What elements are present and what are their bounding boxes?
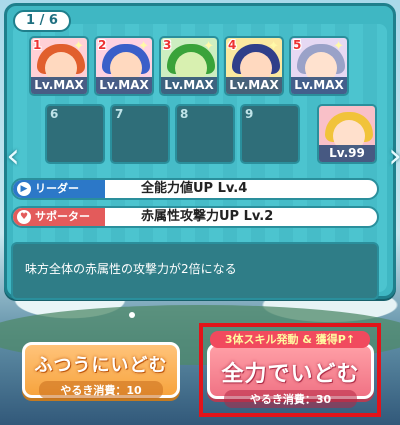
slot-number: 9 (245, 107, 254, 121)
normal-challenge-cost: やるき消費：10 (39, 381, 163, 399)
member-card-1[interactable]: 1 ✦ Lv.MAX (29, 36, 89, 96)
sparkle-icon: ✦ (73, 39, 84, 54)
sparkle-icon: ✦ (268, 39, 279, 54)
member-card-2[interactable]: 2 ✦ Lv.MAX (94, 36, 154, 96)
member-level: Lv.MAX (96, 77, 152, 94)
full-challenge-button[interactable]: 全力でいどむ やるき消費：30 (207, 343, 374, 408)
page-dots (128, 303, 136, 322)
member-number: 1 (33, 38, 42, 52)
page-indicator: 1 / 6 (13, 10, 71, 32)
member-number: 5 (293, 38, 302, 52)
normal-challenge-button[interactable]: ふつうにいどむ やるき消費：10 (22, 342, 180, 399)
leader-tag-label: リーダー (35, 182, 79, 195)
member-level: Lv.MAX (161, 77, 217, 94)
slot-number: 6 (50, 107, 59, 121)
bonus-banner: 3体スキル発動 & 獲得P↑ (210, 331, 370, 348)
page-dot (129, 312, 135, 318)
supporter-tag: ♥ サポーター (13, 208, 105, 226)
supporter-level: Lv.99 (319, 145, 375, 162)
slot-number: 8 (180, 107, 189, 121)
member-level: Lv.MAX (226, 77, 282, 94)
member-number: 2 (98, 38, 107, 52)
sparkle-icon: ✦ (203, 39, 214, 54)
supporter-card[interactable]: Lv.99 (317, 104, 377, 164)
member-number: 3 (163, 38, 172, 52)
prev-page-arrow[interactable]: ‹ (5, 136, 21, 176)
member-level: Lv.MAX (31, 77, 87, 94)
empty-slot-6[interactable]: 6 (45, 104, 105, 164)
leader-skill-text: 全能力値UP Lv.4 (141, 181, 248, 196)
member-card-5[interactable]: 5 ✦ Lv.MAX (289, 36, 349, 96)
empty-slot-7[interactable]: 7 (110, 104, 170, 164)
member-card-3[interactable]: 3 ✦ Lv.MAX (159, 36, 219, 96)
heart-icon: ♥ (17, 210, 31, 224)
empty-slot-9[interactable]: 9 (240, 104, 300, 164)
supporter-skill-text: 赤属性攻撃力UP Lv.2 (141, 209, 274, 224)
skill-description: 味方全体の赤属性の攻撃力が2倍になる (11, 242, 379, 300)
full-challenge-cost: やるき消費：30 (224, 390, 357, 408)
play-icon: ▶ (17, 182, 31, 196)
leader-skill-bar: ▶ リーダー 全能力値UP Lv.4 (11, 178, 379, 200)
slot-number: 7 (115, 107, 124, 121)
next-page-arrow[interactable]: › (387, 136, 400, 176)
supporter-skill-bar: ♥ サポーター 赤属性攻撃力UP Lv.2 (11, 206, 379, 228)
member-number: 4 (228, 38, 237, 52)
supporter-tag-label: サポーター (35, 210, 90, 223)
member-level: Lv.MAX (291, 77, 347, 94)
deck-panel: 1 / 6 1 ✦ Lv.MAX 2 ✦ Lv.MAX 3 ✦ Lv.MAX 4… (4, 3, 400, 300)
member-card-4[interactable]: 4 ✦ Lv.MAX (224, 36, 284, 96)
sparkle-icon: ✦ (138, 39, 149, 54)
sparkle-icon: ✦ (333, 39, 344, 54)
full-challenge-label: 全力でいどむ (221, 362, 360, 387)
empty-slot-8[interactable]: 8 (175, 104, 235, 164)
leader-tag: ▶ リーダー (13, 180, 105, 198)
normal-challenge-label: ふつうにいどむ (34, 355, 168, 376)
